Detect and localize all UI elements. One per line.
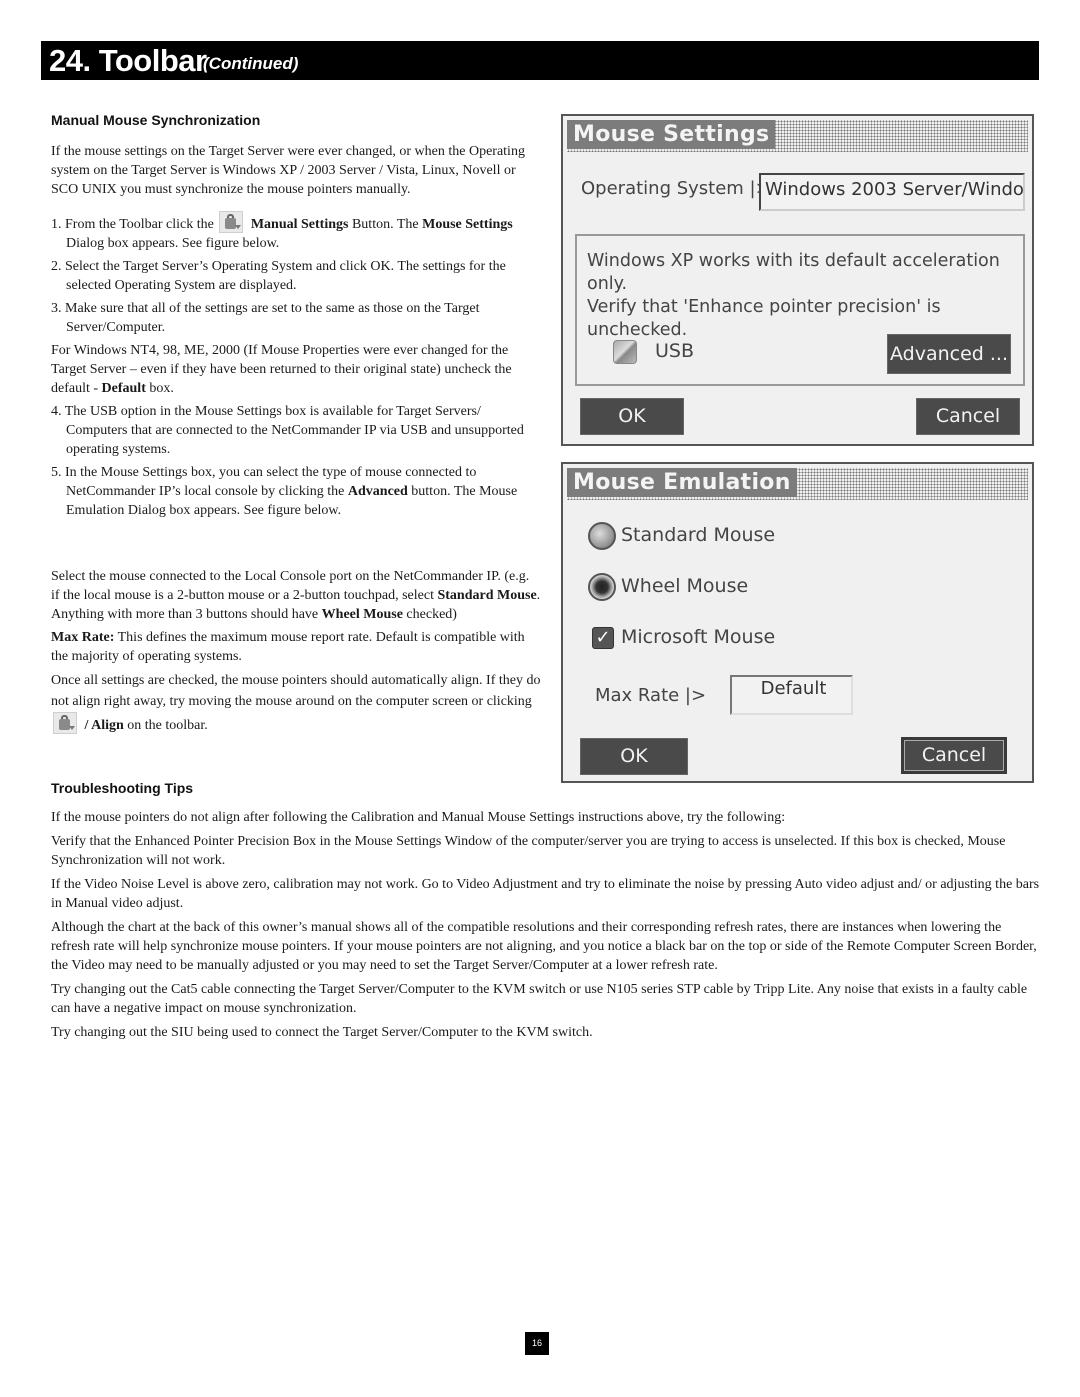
troubleshooting-body: If the mouse pointers do not align after… bbox=[51, 808, 1041, 1047]
dialog-title: Mouse Emulation bbox=[567, 468, 797, 497]
align-paragraph: Once all settings are checked, the mouse… bbox=[51, 673, 541, 734]
max-rate-field[interactable]: Default bbox=[730, 675, 853, 715]
select-mouse-paragraph: Select the mouse connected to the Local … bbox=[51, 569, 541, 622]
os-label: Operating System |> bbox=[581, 178, 771, 199]
troubleshooting-heading: Troubleshooting Tips bbox=[51, 780, 194, 796]
step-1: 1. From the Toolbar click the Manual Set… bbox=[51, 211, 541, 253]
section-title: 24. Toolbar bbox=[49, 43, 207, 78]
usb-checkbox[interactable] bbox=[613, 340, 637, 364]
tip-paragraph: Try changing out the Cat5 cable connecti… bbox=[51, 982, 1028, 1016]
legacy-windows-note: For Windows NT4, 98, ME, 2000 (If Mouse … bbox=[51, 343, 512, 396]
cancel-button[interactable]: Cancel bbox=[916, 398, 1020, 435]
step-2: 2. Select the Target Server’s Operating … bbox=[51, 259, 506, 293]
standard-mouse-label: Standard Mouse bbox=[621, 524, 776, 546]
step-5: 5. In the Mouse Settings box, you can se… bbox=[51, 465, 518, 518]
manual-sync-heading: Manual Mouse Synchronization bbox=[51, 112, 261, 128]
max-rate-label: Max Rate |> bbox=[595, 685, 707, 706]
wheel-mouse-label: Wheel Mouse bbox=[621, 575, 749, 597]
ok-button[interactable]: OK bbox=[580, 398, 684, 435]
dialog-title-bar: Mouse Emulation bbox=[567, 468, 1028, 500]
microsoft-mouse-label: Microsoft Mouse bbox=[621, 626, 776, 648]
section-subtitle: (Continued) bbox=[203, 54, 299, 73]
mouse-settings-icon bbox=[219, 211, 244, 233]
align-icon bbox=[53, 712, 77, 734]
step-3: 3. Make sure that all of the settings ar… bbox=[51, 301, 480, 335]
page-number: 16 bbox=[525, 1332, 549, 1355]
mouse-settings-dialog: Mouse Settings Operating System |> Windo… bbox=[561, 114, 1034, 446]
tip-paragraph: Try changing out the SIU being used to c… bbox=[51, 1025, 593, 1040]
advanced-button[interactable]: Advanced ... bbox=[887, 334, 1011, 374]
tip-paragraph: If the Video Noise Level is above zero, … bbox=[51, 877, 1040, 911]
mouse-selection-body: Select the mouse connected to the Local … bbox=[51, 567, 541, 740]
tip-paragraph: If the mouse pointers do not align after… bbox=[51, 810, 786, 825]
step-4: 4. The USB option in the Mouse Settings … bbox=[51, 404, 524, 457]
acceleration-message: Windows XP works with its default accele… bbox=[587, 251, 1000, 340]
max-rate-paragraph: Max Rate: This defines the maximum mouse… bbox=[51, 630, 525, 664]
cancel-button[interactable]: Cancel bbox=[901, 737, 1007, 774]
mouse-emulation-dialog: Mouse Emulation Standard Mouse Wheel Mou… bbox=[561, 462, 1034, 783]
microsoft-mouse-checkbox[interactable]: ✓ bbox=[592, 627, 614, 649]
os-select[interactable]: Windows 2003 Server/Windows bbox=[759, 173, 1025, 211]
ok-button[interactable]: OK bbox=[580, 738, 688, 775]
tip-paragraph: Although the chart at the back of this o… bbox=[51, 920, 1037, 973]
manual-sync-body: If the mouse settings on the Target Serv… bbox=[51, 142, 541, 524]
intro-paragraph: If the mouse settings on the Target Serv… bbox=[51, 144, 525, 197]
usb-label: USB bbox=[655, 340, 695, 362]
settings-group: Windows XP works with its default accele… bbox=[575, 234, 1025, 386]
dialog-title-bar: Mouse Settings bbox=[567, 120, 1028, 152]
wheel-mouse-radio[interactable] bbox=[588, 573, 616, 601]
section-header: 24. Toolbar (Continued) bbox=[41, 41, 1039, 80]
tip-paragraph: Verify that the Enhanced Pointer Precisi… bbox=[51, 834, 1006, 868]
standard-mouse-radio[interactable] bbox=[588, 522, 616, 550]
dialog-title: Mouse Settings bbox=[567, 120, 776, 149]
